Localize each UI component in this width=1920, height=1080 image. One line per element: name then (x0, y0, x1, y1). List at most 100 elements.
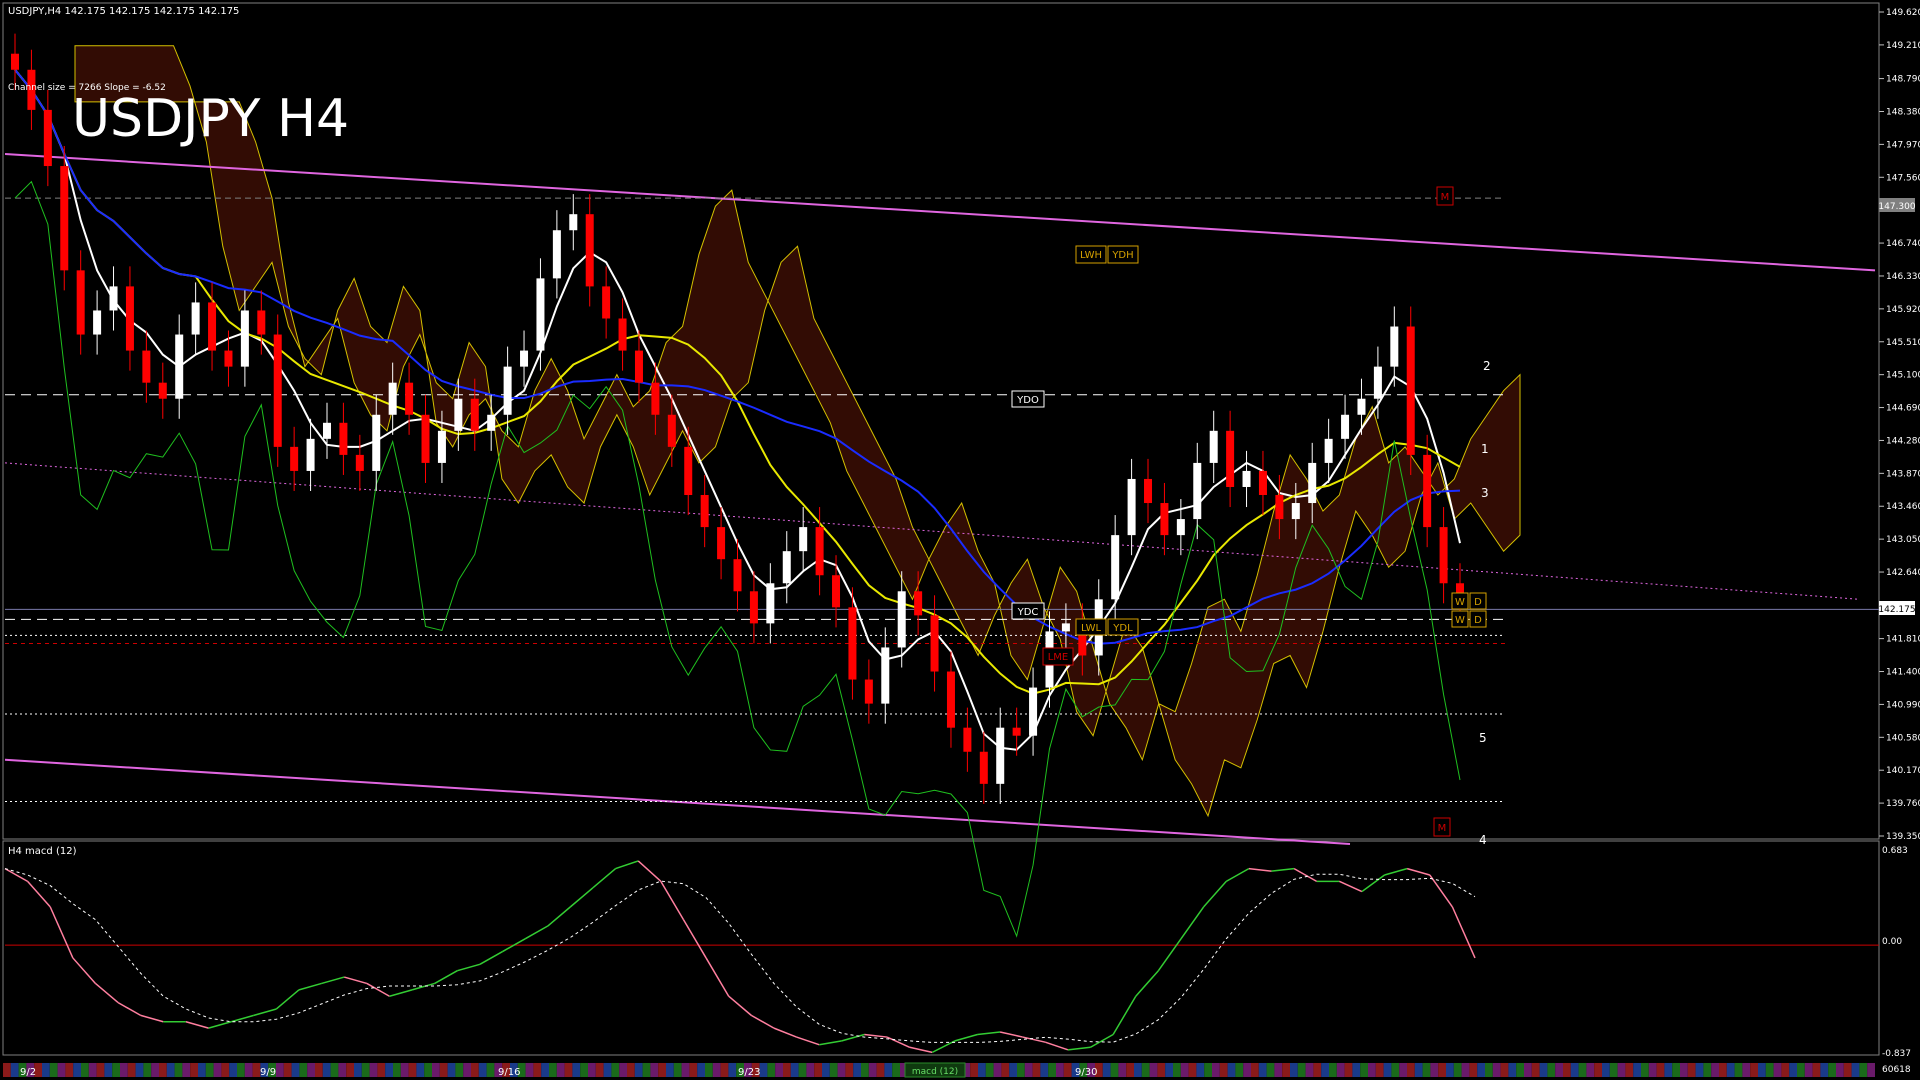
candle-body[interactable] (585, 214, 594, 287)
candle-body[interactable] (208, 302, 217, 351)
candle-body[interactable] (1324, 438, 1333, 463)
candle-body[interactable] (1160, 503, 1169, 536)
candle-body[interactable] (1357, 398, 1366, 415)
candle-body[interactable] (93, 310, 102, 335)
candle-body[interactable] (257, 310, 266, 335)
candle-body[interactable] (700, 495, 709, 528)
candle-body[interactable] (11, 53, 19, 70)
candle-body[interactable] (733, 559, 742, 592)
candle-body[interactable] (914, 591, 923, 616)
candle-body[interactable] (224, 350, 233, 367)
candle-body[interactable] (421, 414, 430, 463)
candle-body[interactable] (60, 166, 69, 271)
candle-body[interactable] (520, 350, 529, 367)
time-strip-cell (1539, 1063, 1548, 1077)
candle-body[interactable] (322, 422, 331, 439)
candle-body[interactable] (437, 430, 446, 463)
time-strip-cell (681, 1063, 690, 1077)
time-strip-cell (1711, 1063, 1719, 1077)
candle-body[interactable] (306, 438, 315, 471)
candle-body[interactable] (158, 382, 167, 399)
candle-body[interactable] (1242, 470, 1251, 487)
candle-body[interactable] (1193, 462, 1202, 520)
candle-body[interactable] (503, 366, 512, 415)
candle-body[interactable] (1275, 495, 1284, 520)
candle-body[interactable] (618, 318, 627, 351)
candle-body[interactable] (1029, 687, 1038, 736)
candle-body[interactable] (1341, 414, 1350, 439)
candle-body[interactable] (930, 615, 939, 672)
candle-body[interactable] (1144, 478, 1153, 504)
candle-body[interactable] (536, 278, 545, 351)
candle-body[interactable] (897, 591, 906, 648)
candle-body[interactable] (651, 382, 660, 415)
lwl-label-text: LWL (1081, 623, 1102, 634)
time-strip-cell (1656, 1063, 1665, 1077)
candle-body[interactable] (405, 382, 414, 415)
candle-body[interactable] (76, 270, 85, 335)
candle-body[interactable] (43, 109, 52, 167)
candle-body[interactable] (273, 334, 282, 447)
candle-body[interactable] (996, 727, 1005, 784)
candle-body[interactable] (191, 302, 200, 335)
candle-body[interactable] (1111, 535, 1120, 600)
candle-body[interactable] (749, 591, 758, 624)
macd-axis-zero: 0.00 (1882, 937, 1902, 947)
candle-body[interactable] (1406, 326, 1415, 455)
macd-tab[interactable]: macd (12) (904, 1062, 966, 1078)
candle-body[interactable] (864, 679, 873, 704)
candle-body[interactable] (372, 414, 381, 471)
time-strip-cell (595, 1063, 604, 1077)
candle-body[interactable] (1423, 454, 1432, 528)
candle-body[interactable] (1373, 366, 1382, 399)
candle-body[interactable] (240, 310, 249, 367)
time-strip-cell (1508, 1063, 1517, 1077)
time-strip-cell (10, 1063, 19, 1077)
candle-body[interactable] (815, 527, 824, 576)
candle-body[interactable] (1258, 470, 1267, 496)
candle-body[interactable] (848, 607, 857, 680)
candle-body[interactable] (946, 671, 955, 728)
candle-body[interactable] (1061, 623, 1070, 632)
candle-body[interactable] (569, 214, 578, 231)
candle-body[interactable] (1291, 503, 1300, 520)
candle-body[interactable] (832, 575, 841, 608)
candle-body[interactable] (454, 398, 463, 431)
candle-body[interactable] (1226, 430, 1235, 487)
time-strip-cell (1602, 1063, 1610, 1077)
candle-body[interactable] (1390, 326, 1399, 367)
candle-body[interactable] (355, 454, 364, 471)
candle-body[interactable] (717, 527, 726, 560)
price-tick-label: 143.460 (1886, 502, 1920, 512)
candle-body[interactable] (339, 422, 348, 455)
candle-body[interactable] (109, 286, 118, 311)
candle-body[interactable] (979, 751, 988, 784)
candle-body[interactable] (470, 398, 479, 431)
candle-body[interactable] (799, 527, 808, 552)
candle-body[interactable] (1209, 430, 1218, 463)
candle-body[interactable] (667, 414, 676, 447)
candle-body[interactable] (766, 583, 775, 624)
candle-body[interactable] (175, 334, 184, 399)
time-strip-cell (1726, 1063, 1735, 1077)
candle-body[interactable] (782, 551, 791, 584)
candle-body[interactable] (602, 286, 611, 319)
candle-body[interactable] (1127, 478, 1136, 536)
candle-body[interactable] (963, 727, 972, 752)
candle-body[interactable] (487, 414, 496, 431)
w-label-lower: W (1455, 615, 1465, 626)
candle-body[interactable] (881, 647, 890, 704)
candle-body[interactable] (1308, 462, 1317, 504)
candle-body[interactable] (1012, 727, 1021, 736)
candle-body[interactable] (634, 350, 643, 383)
candle-body[interactable] (1439, 527, 1448, 584)
candle-body[interactable] (125, 286, 134, 351)
candle-body[interactable] (552, 230, 561, 279)
candle-body[interactable] (388, 382, 397, 415)
candle-body[interactable] (684, 446, 693, 496)
candle-body[interactable] (1176, 519, 1185, 536)
symbol-info-line: USDJPY,H4 142.175 142.175 142.175 142.17… (8, 6, 239, 17)
candle-body[interactable] (290, 446, 299, 471)
candle-body[interactable] (142, 350, 151, 383)
time-strip-cell (1664, 1063, 1673, 1077)
